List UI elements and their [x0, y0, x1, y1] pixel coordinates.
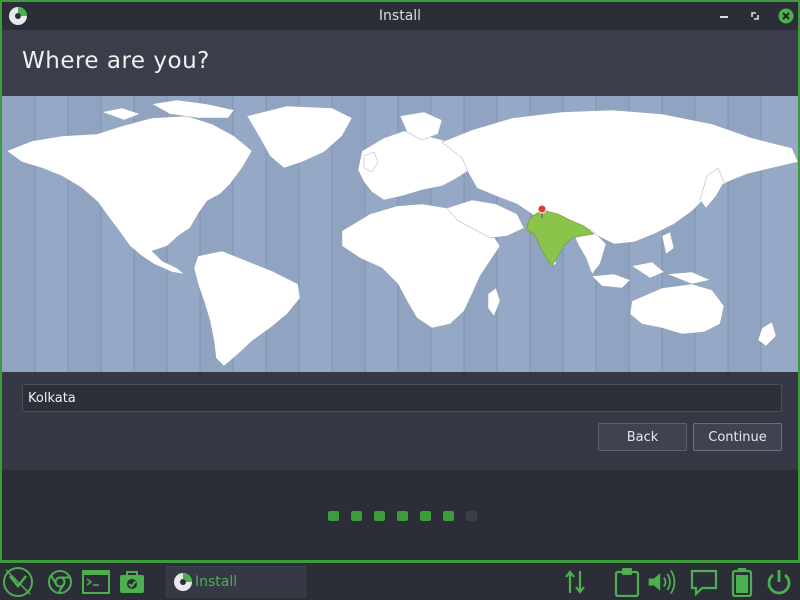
progress-dot — [420, 511, 431, 521]
progress-dot — [443, 511, 454, 521]
world-map[interactable] — [2, 96, 798, 372]
minimize-icon[interactable] — [715, 7, 733, 25]
window-title: Install — [378, 8, 422, 24]
page-header: Where are you? — [2, 30, 798, 96]
progress-dot — [466, 511, 477, 521]
back-button[interactable]: Back — [598, 423, 687, 451]
battery-icon[interactable] — [726, 566, 758, 598]
disc-icon — [174, 573, 192, 591]
page-title: Where are you? — [22, 48, 210, 74]
location-input[interactable] — [22, 384, 782, 412]
taskbar: Install — [0, 562, 800, 600]
power-icon[interactable] — [763, 566, 795, 598]
network-icon[interactable] — [559, 566, 591, 598]
maximize-icon[interactable] — [746, 7, 764, 25]
title-bar[interactable]: Install — [2, 2, 798, 30]
volume-icon[interactable] — [646, 566, 678, 598]
mint-menu-icon[interactable] — [2, 566, 34, 598]
close-icon[interactable] — [777, 7, 795, 25]
taskbar-item-label: Install — [195, 574, 238, 590]
progress-dot — [351, 511, 362, 521]
installer-window: Install Where are you? Kolkata Back Cont… — [0, 0, 800, 562]
location-form: Back Continue — [2, 372, 798, 470]
software-icon[interactable] — [116, 566, 148, 598]
taskbar-item-install[interactable]: Install — [166, 566, 306, 598]
chrome-icon[interactable] — [44, 566, 76, 598]
progress-dot — [328, 511, 339, 521]
disc-icon — [9, 7, 27, 25]
continue-button[interactable]: Continue — [693, 423, 782, 451]
clipboard-icon[interactable] — [611, 566, 643, 598]
timezone-map[interactable] — [2, 96, 798, 372]
progress-area — [2, 470, 798, 560]
chat-icon[interactable] — [688, 566, 720, 598]
progress-dot — [374, 511, 385, 521]
progress-dots — [328, 511, 477, 521]
progress-dot — [397, 511, 408, 521]
terminal-icon[interactable] — [80, 566, 112, 598]
